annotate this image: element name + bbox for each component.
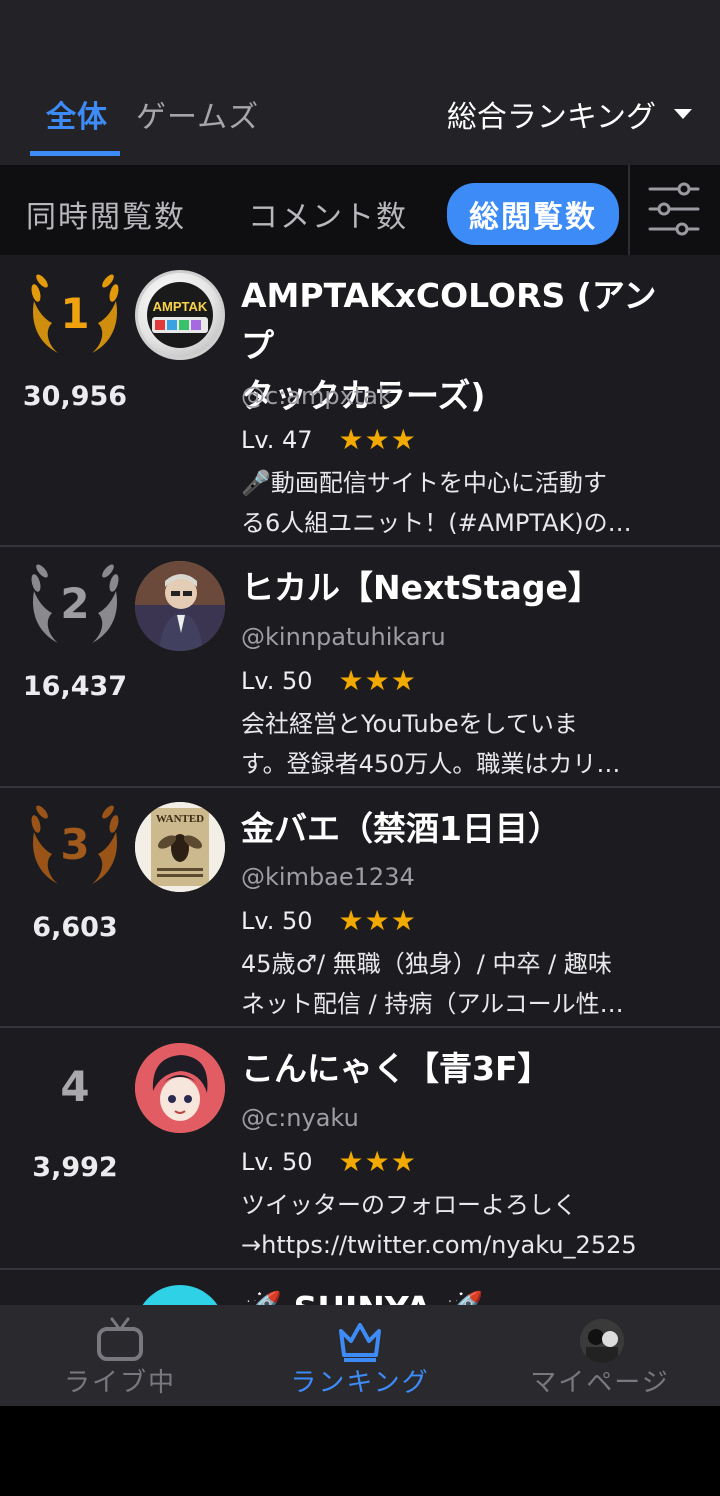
level-label: Lv. 47 — [241, 425, 313, 454]
tv-icon — [97, 1317, 143, 1361]
bottom-navigation: ライブ中 ランキング マイページ — [0, 1305, 720, 1406]
streamer-name: ヒカル【NextStage】 — [241, 568, 601, 607]
active-tab-indicator — [30, 151, 120, 156]
ranking-row[interactable]: 2 16,437 ヒカル【NextStage】 @kinnpatuhikaru … — [0, 547, 720, 788]
rank-number: 1 — [60, 289, 90, 338]
chevron-down-icon — [674, 109, 692, 119]
description-line1: ツイッターのフォローよろしく — [241, 1191, 577, 1219]
level-label: Lv. 50 — [241, 1147, 313, 1176]
level-label: Lv. 50 — [241, 906, 313, 935]
view-count: 30,956 — [22, 381, 128, 412]
avatar-illustration — [135, 1043, 225, 1133]
rank-number: 3 — [60, 820, 90, 869]
ranking-row[interactable]: 1 30,956 AMPTAK AMPTAKxCOLORS (アンプ タックカラ… — [0, 255, 720, 547]
streamer-name: 金バエ（禁酒1日目） — [241, 809, 561, 848]
filter-bar: 同時閲覧数 コメント数 総閲覧数 — [0, 165, 720, 255]
streamer-description: 🎤動画配信サイトを中心に活動す る6人組ユニット！(#AMPTAK)の… — [241, 463, 661, 543]
star-rating: ★★★ — [338, 664, 417, 697]
avatar-text: WANTED — [156, 813, 204, 825]
avatar[interactable]: WANTED — [135, 802, 225, 892]
streamer-description: 会社経営とYouTubeをしていま す。登録者450万人。職業はカリ… — [241, 704, 661, 784]
nav-live[interactable]: ライブ中 — [0, 1305, 240, 1406]
avatar-logo: AMPTAK — [147, 282, 213, 348]
nav-mypage-label: マイページ — [530, 1368, 670, 1398]
level-row: Lv. 50 ★★★ — [241, 664, 417, 697]
header: 全体 ゲームズ 総合ランキング — [0, 0, 720, 165]
nav-ranking-label: ランキング — [290, 1368, 430, 1398]
streamer-description: ツイッターのフォローよろしく →https://twitter.com/nyak… — [241, 1185, 661, 1265]
user-avatar — [580, 1319, 624, 1363]
rank-number: 4 — [60, 1062, 90, 1111]
tab-all[interactable]: 全体 — [46, 92, 108, 136]
level-label: Lv. 50 — [241, 666, 313, 695]
tab-games[interactable]: ゲームズ — [136, 92, 259, 136]
ranking-row[interactable]: 3 6,603 WANTED 金バエ（禁酒1日目） @kimbae1234 Lv… — [0, 788, 720, 1028]
level-row: Lv. 47 ★★★ — [241, 423, 417, 456]
streamer-handle: @kimbae1234 — [241, 863, 415, 891]
streamer-handle: @c:ampxtak — [241, 382, 392, 410]
description-line2: →https://twitter.com/nyaku_2525 — [241, 1231, 637, 1259]
filter-settings-icon[interactable] — [648, 181, 700, 237]
view-count: 6,603 — [32, 912, 118, 943]
ranking-type-label: 総合ランキング — [446, 100, 656, 135]
filter-comment-count[interactable]: コメント数 — [248, 192, 408, 236]
ranking-row[interactable]: 4 3,992 こんにゃく【青3F】 @c:nyaku Lv. 50 ★★★ ツ… — [0, 1028, 720, 1270]
rank-number: 2 — [60, 579, 90, 628]
nav-ranking[interactable]: ランキング — [240, 1305, 480, 1406]
star-rating: ★★★ — [338, 904, 417, 937]
nav-mypage[interactable]: マイページ — [480, 1305, 720, 1406]
streamer-description: 45歳♂/ 無職（独身）/ 中卒 / 趣味 ネット配信 / 持病（アルコール性… — [241, 944, 661, 1024]
ranking-type-dropdown[interactable]: 総合ランキング — [447, 92, 692, 136]
divider — [628, 165, 630, 255]
description-line1: 🎤動画配信サイトを中心に活動す — [241, 469, 607, 497]
description-line2: る6人組ユニット！(#AMPTAK)の… — [241, 509, 632, 537]
streamer-name-line1: AMPTAKxCOLORS (アンプ — [241, 276, 657, 365]
level-row: Lv. 50 ★★★ — [241, 1145, 417, 1178]
app-screen: 全体 ゲームズ 総合ランキング 同時閲覧数 コメント数 総閲覧数 1 30,95… — [0, 0, 720, 1406]
streamer-handle: @c:nyaku — [241, 1104, 359, 1132]
avatar[interactable]: AMPTAK — [135, 270, 225, 360]
filter-total-views[interactable]: 総閲覧数 — [447, 183, 619, 245]
avatar-wanted-poster: WANTED — [135, 802, 225, 892]
avatar[interactable] — [135, 1043, 225, 1133]
avatar-text: AMPTAK — [153, 299, 208, 314]
streamer-name: こんにゃく【青3F】 — [241, 1049, 551, 1088]
user-avatar-image — [580, 1319, 624, 1363]
nav-live-label: ライブ中 — [63, 1368, 176, 1398]
description-line1: 45歳♂/ 無職（独身）/ 中卒 / 趣味 — [241, 950, 612, 978]
avatar[interactable] — [135, 561, 225, 651]
level-row: Lv. 50 ★★★ — [241, 904, 417, 937]
avatar-portrait — [135, 561, 225, 651]
view-count: 16,437 — [22, 671, 128, 702]
view-count: 3,992 — [32, 1152, 118, 1183]
streamer-handle: @kinnpatuhikaru — [241, 623, 446, 651]
filter-concurrent-viewers[interactable]: 同時閲覧数 — [26, 192, 186, 236]
description-line1: 会社経営とYouTubeをしていま — [241, 710, 578, 738]
star-rating: ★★★ — [338, 423, 417, 456]
description-line2: す。登録者450万人。職業はカリ… — [241, 750, 621, 778]
description-line2: ネット配信 / 持病（アルコール性… — [241, 990, 624, 1018]
star-rating: ★★★ — [338, 1145, 417, 1178]
crown-icon — [339, 1323, 381, 1362]
